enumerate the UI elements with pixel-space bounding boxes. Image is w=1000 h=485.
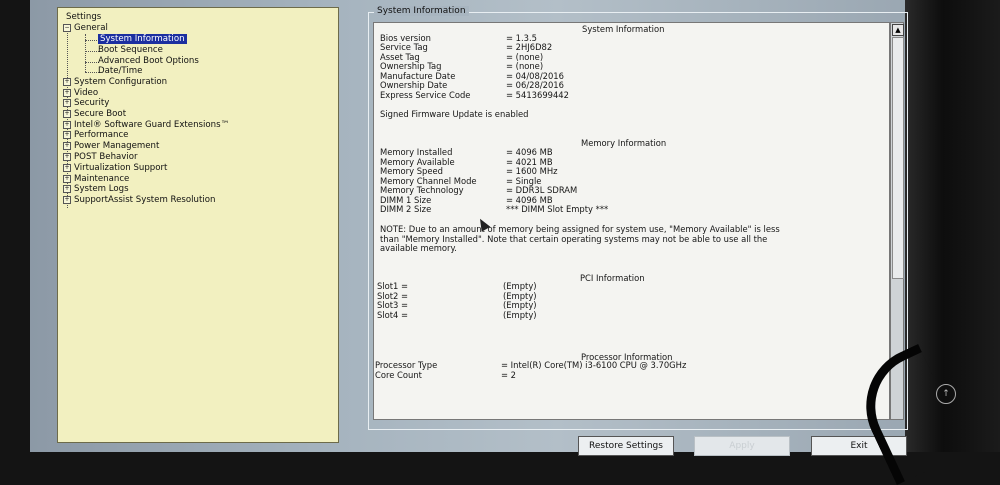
dimm2-size-label: DIMM 2 Size xyxy=(380,204,432,214)
scroll-up-arrow-icon[interactable]: ▲ xyxy=(892,24,904,36)
memory-speed-label: Memory Speed xyxy=(380,166,443,176)
expand-icon[interactable]: + xyxy=(63,152,71,161)
expand-icon[interactable]: + xyxy=(63,195,71,204)
ownership-date-label: Ownership Date xyxy=(380,80,448,90)
ownership-tag-value: = (none) xyxy=(506,61,544,71)
tree-item-supportassist[interactable]: + SupportAssist System Resolution xyxy=(63,195,215,205)
memory-installed-label: Memory Installed xyxy=(380,147,453,157)
pci-slot4-label: Slot4 = xyxy=(377,310,409,320)
tree-item-power-management[interactable]: + Power Management xyxy=(63,141,159,151)
expand-icon[interactable]: + xyxy=(63,77,71,86)
tree-item-security[interactable]: + Security xyxy=(63,98,109,108)
restore-settings-button[interactable]: Restore Settings xyxy=(578,436,674,456)
pci-slot3-value: (Empty) xyxy=(503,300,537,310)
tree-item-post-behavior[interactable]: + POST Behavior xyxy=(63,152,138,162)
memory-technology-value: = DDR3L SDRAM xyxy=(506,185,578,195)
memory-speed-value: = 1600 MHz xyxy=(506,166,558,176)
monitor-input-icon: ↑ xyxy=(936,384,956,404)
tree-item-video[interactable]: + Video xyxy=(63,88,98,98)
section-heading-pci: PCI Information xyxy=(580,273,645,283)
service-tag-label: Service Tag xyxy=(380,42,428,52)
memory-installed-value: = 4096 MB xyxy=(506,147,553,157)
tree-item-maintenance[interactable]: + Maintenance xyxy=(63,174,129,184)
expand-icon[interactable]: + xyxy=(63,120,71,129)
expand-icon[interactable]: + xyxy=(63,174,71,183)
core-count-value: = 2 xyxy=(501,370,517,380)
dimm2-size-value: *** DIMM Slot Empty *** xyxy=(506,204,609,214)
core-count-label: Core Count xyxy=(375,370,422,380)
pci-slot1-label: Slot1 = xyxy=(377,281,409,291)
expand-icon[interactable]: + xyxy=(63,88,71,97)
group-title: System Information xyxy=(374,6,469,16)
tree-item-general[interactable]: − General xyxy=(63,23,108,33)
tree-item-advanced-boot-options[interactable]: Advanced Boot Options xyxy=(98,56,199,66)
tree-item-system-logs[interactable]: + System Logs xyxy=(63,184,129,194)
pci-slot4-value: (Empty) xyxy=(503,310,537,320)
pci-slot3-label: Slot3 = xyxy=(377,300,409,310)
express-service-code-value: = 5413699442 xyxy=(506,90,569,100)
tree-item-sgx[interactable]: + Intel® Software Guard Extensions™ xyxy=(63,120,229,130)
settings-tree-panel: Settings − General System Information Boo… xyxy=(57,7,339,443)
tree-connector-line xyxy=(85,72,99,73)
section-heading-system: System Information xyxy=(582,24,665,34)
service-tag-value: = 2HJ6D82 xyxy=(506,42,553,52)
expand-icon[interactable]: + xyxy=(63,163,71,172)
expand-icon[interactable]: + xyxy=(63,141,71,150)
section-heading-memory: Memory Information xyxy=(581,138,667,148)
tree-item-system-information[interactable]: System Information xyxy=(98,34,187,44)
expand-icon[interactable]: + xyxy=(63,130,71,139)
tree-connector-line xyxy=(85,51,99,52)
tree-connector-line xyxy=(85,62,99,63)
ownership-tag-label: Ownership Tag xyxy=(380,61,442,71)
express-service-code-label: Express Service Code xyxy=(380,90,471,100)
ownership-date-value: = 06/28/2016 xyxy=(506,80,564,90)
expand-icon[interactable]: + xyxy=(63,98,71,107)
tree-item-boot-sequence[interactable]: Boot Sequence xyxy=(98,45,163,55)
tree-item-date-time[interactable]: Date/Time xyxy=(98,66,142,76)
processor-type-value: = Intel(R) Core(TM) i3-6100 CPU @ 3.70GH… xyxy=(501,360,687,370)
tree-item-virtualization-support[interactable]: + Virtualization Support xyxy=(63,163,167,173)
system-information-content[interactable]: System Information Bios version = 1.3.5 … xyxy=(373,22,890,420)
memory-note-line-1: NOTE: Due to an amount of memory being a… xyxy=(380,224,780,234)
processor-type-label: Processor Type xyxy=(375,360,438,370)
memory-technology-label: Memory Technology xyxy=(380,185,464,195)
expand-icon[interactable]: + xyxy=(63,109,71,118)
pci-slot1-value: (Empty) xyxy=(503,281,537,291)
collapse-icon[interactable]: − xyxy=(63,23,71,32)
firmware-status: Signed Firmware Update is enabled xyxy=(380,109,529,119)
tree-item-system-configuration[interactable]: + System Configuration xyxy=(63,77,167,87)
memory-note-line-3: available memory. xyxy=(380,243,457,253)
tree-item-secure-boot[interactable]: + Secure Boot xyxy=(63,109,126,119)
tree-item-performance[interactable]: + Performance xyxy=(63,130,128,140)
scrollbar-thumb[interactable] xyxy=(892,37,904,279)
tree-title: Settings xyxy=(66,12,102,22)
expand-icon[interactable]: + xyxy=(63,184,71,193)
tree-connector-line xyxy=(85,40,99,41)
apply-button[interactable]: Apply xyxy=(694,436,790,456)
